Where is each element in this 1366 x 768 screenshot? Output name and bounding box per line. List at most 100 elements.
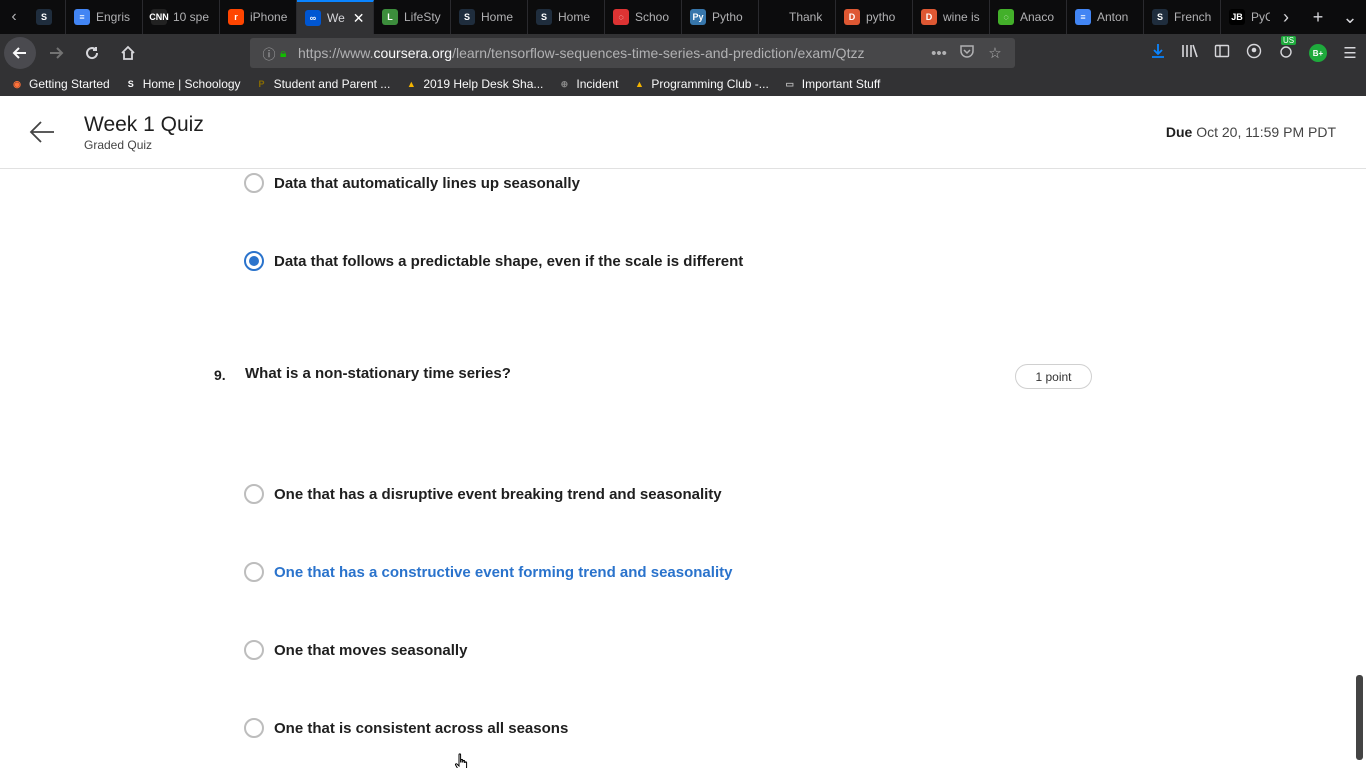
browser-tab[interactable]: ◌ Schoo xyxy=(605,0,682,34)
bookmark-item[interactable]: S Home | Schoology xyxy=(124,77,241,91)
account-icon[interactable] xyxy=(1238,43,1270,63)
url-text[interactable]: https://www.coursera.org/learn/tensorflo… xyxy=(298,45,925,61)
back-button[interactable] xyxy=(4,37,36,69)
tab-title: pytho xyxy=(866,10,896,24)
toolbar-right: US B+ ☰ xyxy=(1142,34,1366,72)
globe-icon: ⊕ xyxy=(560,78,569,89)
answer-option-selected[interactable]: Data that follows a predictable shape, e… xyxy=(244,251,743,271)
tab-title: Thank xyxy=(789,10,823,24)
blank-icon xyxy=(767,9,783,25)
schoology-icon: S xyxy=(1152,9,1168,25)
radio-button[interactable] xyxy=(244,562,264,582)
scrollbar-thumb[interactable] xyxy=(1356,675,1363,760)
navigation-toolbar: ⓘ 🔒︎ https://www.coursera.org/learn/tens… xyxy=(0,34,1366,72)
arrow-left-icon xyxy=(12,47,26,59)
browser-tab[interactable]: r iPhone xyxy=(220,0,297,34)
new-tab-button[interactable]: + xyxy=(1302,7,1334,28)
bookmark-item[interactable]: P Student and Parent ... xyxy=(255,77,391,91)
page-subtitle: Graded Quiz xyxy=(84,138,153,152)
reload-icon xyxy=(86,47,99,60)
back-arrow-icon[interactable] xyxy=(28,118,56,146)
points-badge: 1 point xyxy=(1015,364,1092,389)
tab-strip-right: › + ⌄ xyxy=(1270,0,1366,34)
browser-tab[interactable]: ≡ Engris xyxy=(66,0,143,34)
tab-title: LifeSty xyxy=(404,10,441,24)
browser-tab[interactable]: ≡ Anton xyxy=(1067,0,1144,34)
bookmark-label: Programming Club -... xyxy=(651,77,769,91)
schoology-icon: S xyxy=(36,9,52,25)
sidebar-icon[interactable] xyxy=(1206,43,1238,63)
radio-button[interactable] xyxy=(244,718,264,738)
bookmark-item[interactable]: ▭ Important Stuff xyxy=(783,77,881,91)
home-icon xyxy=(121,45,135,60)
answer-option[interactable]: One that is consistent across all season… xyxy=(244,718,568,738)
tab-title: French xyxy=(1174,10,1212,24)
anaconda-icon: ◌ xyxy=(998,9,1014,25)
page-actions-icon[interactable]: ••• xyxy=(925,45,953,62)
url-bar[interactable]: ⓘ 🔒︎ https://www.coursera.org/learn/tens… xyxy=(250,38,1015,68)
page-title: Week 1 Quiz xyxy=(84,113,204,136)
pocket-icon[interactable] xyxy=(953,43,981,63)
browser-tab[interactable]: S Home xyxy=(528,0,605,34)
answer-option[interactable]: Data that automatically lines up seasona… xyxy=(244,173,580,193)
reload-button[interactable] xyxy=(76,37,108,69)
browser-tab[interactable]: Dwine is xyxy=(913,0,990,34)
tab-title: Anaco xyxy=(1020,10,1055,24)
browser-tab[interactable]: Dpytho xyxy=(836,0,913,34)
browser-tab[interactable]: Thank xyxy=(759,0,836,34)
google-drive-icon: ▲ xyxy=(406,79,416,89)
bookmark-label: Home | Schoology xyxy=(142,77,241,91)
tab-title: 10 spe xyxy=(173,10,210,24)
browser-tab[interactable]: Py Pytho xyxy=(682,0,759,34)
tab-title: Home xyxy=(481,10,514,24)
downloads-icon[interactable] xyxy=(1142,43,1174,63)
tab-active[interactable]: ∞ We ✕ xyxy=(297,0,374,34)
tab-list: S ≡ Engris CNN 10 spe r iPhone ∞ We ✕ L LifeSty S Hom… xyxy=(28,0,1298,34)
answer-option-hover[interactable]: One that has a constructive event formin… xyxy=(244,562,732,582)
list-all-tabs-button[interactable]: ⌄ xyxy=(1334,7,1366,28)
bookmark-item[interactable]: ▲ Programming Club -... xyxy=(632,77,769,91)
bookmark-star-icon[interactable]: ☆ xyxy=(981,44,1009,62)
url-actions: ••• ☆ xyxy=(925,43,1015,63)
menu-icon[interactable]: ☰ xyxy=(1334,44,1366,62)
tab-scroll-left-button[interactable]: ‹ xyxy=(0,0,28,34)
radio-button[interactable] xyxy=(244,173,264,193)
cnn-icon: CNN xyxy=(149,9,169,25)
question-text: What is a non-stationary time series? xyxy=(245,365,511,382)
bookmark-item[interactable]: ◉ Getting Started xyxy=(10,77,110,91)
answer-label: One that is consistent across all season… xyxy=(274,719,569,737)
info-icon[interactable]: ⓘ xyxy=(258,44,280,63)
radio-button[interactable] xyxy=(244,640,264,660)
browser-tab[interactable]: CNN 10 spe xyxy=(143,0,220,34)
browser-tab[interactable]: L LifeSty xyxy=(374,0,451,34)
bookmark-item[interactable]: ⊕ Incident xyxy=(557,77,619,91)
radio-button[interactable] xyxy=(244,484,264,504)
vpn-extension-icon[interactable]: US xyxy=(1270,36,1302,63)
schoology-icon: S xyxy=(127,79,134,89)
bookmark-label: Important Stuff xyxy=(801,77,881,91)
arrow-right-icon xyxy=(50,47,64,59)
answer-label: One that moves seasonally xyxy=(274,641,468,659)
bookmark-item[interactable]: ▲ 2019 Help Desk Sha... xyxy=(404,77,544,91)
bookmark-label: Getting Started xyxy=(29,77,110,91)
radio-button-checked[interactable] xyxy=(244,251,264,271)
answer-option[interactable]: One that has a disruptive event breaking… xyxy=(244,484,722,504)
browser-tab[interactable]: S Home xyxy=(451,0,528,34)
bookmarks-toolbar: ◉ Getting Started S Home | Schoology P Studen… xyxy=(0,72,1366,96)
home-button[interactable] xyxy=(112,37,144,69)
answer-option[interactable]: One that moves seasonally xyxy=(244,640,467,660)
question-number: 9. xyxy=(214,367,226,383)
extension-badge: US xyxy=(1281,36,1297,45)
close-tab-icon[interactable]: ✕ xyxy=(353,10,365,27)
browser-tab[interactable]: ◌ Anaco xyxy=(990,0,1067,34)
tab-title: wine is xyxy=(943,10,980,24)
grammar-extension-icon[interactable]: B+ xyxy=(1309,44,1327,62)
forward-button[interactable] xyxy=(40,37,72,69)
tab-scroll-right-button[interactable]: › xyxy=(1270,7,1302,28)
jetbrains-icon: JB xyxy=(1229,9,1245,25)
browser-tab[interactable]: S xyxy=(28,0,66,34)
browser-tab[interactable]: S French xyxy=(1144,0,1221,34)
page-scrollbar[interactable] xyxy=(1352,170,1366,768)
library-icon[interactable] xyxy=(1174,43,1206,63)
due-date: Due Oct 20, 11:59 PM PDT xyxy=(1165,124,1336,140)
